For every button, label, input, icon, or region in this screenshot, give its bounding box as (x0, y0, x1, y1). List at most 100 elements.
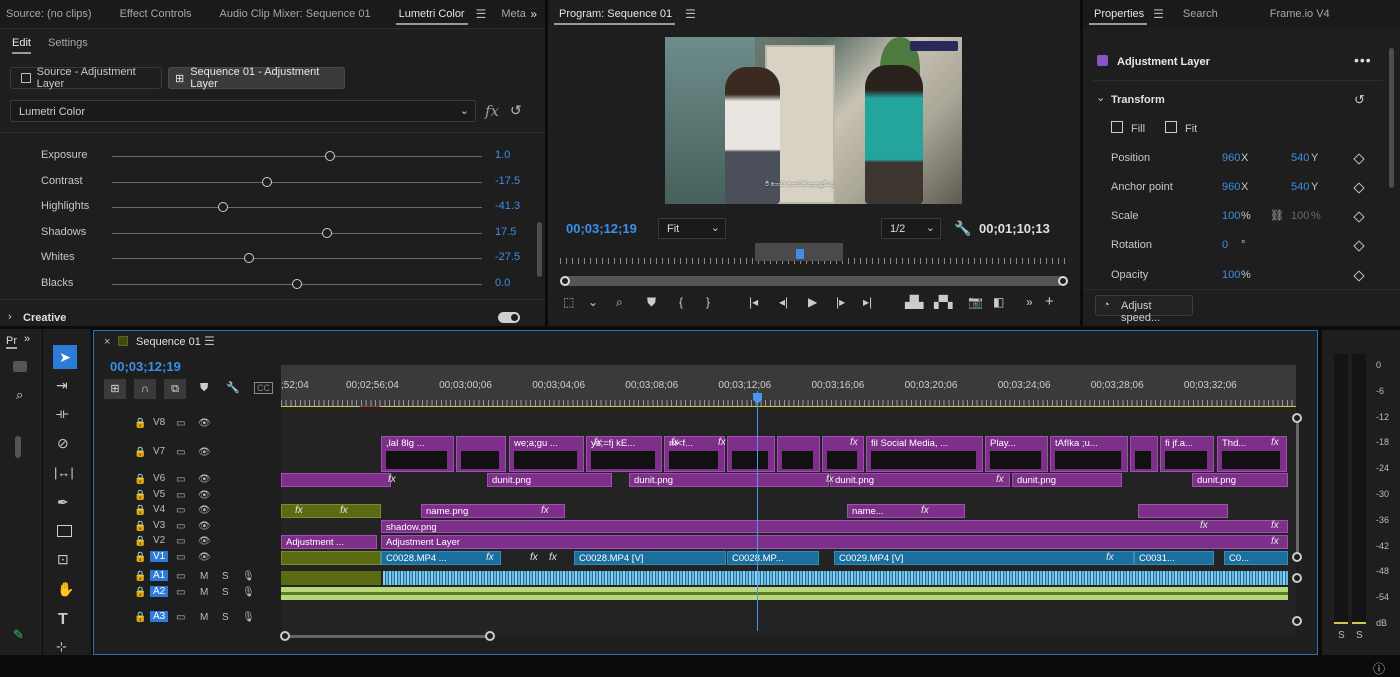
tab-search[interactable]: Search (1174, 0, 1227, 28)
lock-icon[interactable]: 🔒 (134, 418, 146, 429)
tab-audio-clip-mixer[interactable]: Audio Clip Mixer: Sequence 01 (211, 0, 380, 28)
prop-value-1[interactable]: 960 (1222, 152, 1240, 164)
slider-track[interactable] (112, 258, 482, 260)
v1-clip[interactable]: C0028.MP... (727, 551, 819, 565)
tab-project[interactable]: Pr (6, 335, 17, 349)
creative-toggle[interactable] (498, 312, 520, 323)
mute-button[interactable]: M (200, 571, 208, 582)
v1-clip[interactable]: C0028.MP4 [V] (574, 551, 726, 565)
v7-clip[interactable]: Play... (985, 436, 1048, 472)
lock-icon[interactable]: 🔒 (134, 447, 146, 458)
vertical-scroll-video[interactable] (1296, 419, 1299, 557)
sync-lock-icon[interactable]: ▭ (176, 505, 185, 516)
microphone-icon[interactable]: 🎙 (242, 587, 255, 598)
hand-tool-icon[interactable]: ✋ (57, 581, 74, 598)
eye-icon[interactable]: 👁 (198, 447, 211, 458)
v4-clip[interactable]: name... (847, 504, 965, 518)
select-zoom-icon[interactable]: ⬚ (563, 295, 574, 309)
playhead-line[interactable] (757, 391, 758, 631)
program-monitor-title[interactable]: Program: Sequence 01 (548, 0, 681, 28)
sync-lock-icon[interactable]: ▭ (176, 587, 185, 598)
info-icon[interactable]: ⓘ (1373, 660, 1385, 677)
captions-icon[interactable]: CC (254, 382, 273, 394)
timeline-zoom-bar[interactable] (284, 635, 490, 638)
selection-tool-icon[interactable]: ➤ (53, 345, 77, 369)
mark-out-icon[interactable]: } (706, 295, 710, 309)
v7-clip[interactable]: we;a;gu ... (509, 436, 584, 472)
v6-clip[interactable] (281, 473, 391, 487)
track-label[interactable]: V1 (150, 551, 169, 562)
v6-clip[interactable]: dunit.png (629, 473, 829, 487)
slider-value[interactable]: 0.0 (495, 277, 510, 289)
v4-clip[interactable] (1138, 504, 1228, 518)
scrollbar[interactable] (1389, 48, 1394, 188)
keyframe-icon[interactable] (1353, 211, 1365, 223)
track-select-tool-icon[interactable]: ⇥ (56, 377, 68, 394)
eye-icon[interactable]: 👁 (198, 490, 211, 501)
slider-knob[interactable] (292, 279, 302, 289)
v7-clip[interactable]: fi jf.a... (1160, 436, 1214, 472)
eye-icon[interactable]: 👁 (198, 505, 211, 516)
playhead-marker[interactable] (796, 249, 804, 259)
more-options-icon[interactable]: ••• (1354, 52, 1372, 68)
step-forward-icon[interactable]: |▸ (836, 295, 845, 309)
tab-properties[interactable]: Properties (1083, 0, 1153, 28)
sync-lock-icon[interactable]: ▭ (176, 447, 185, 458)
prop-value-2[interactable]: 100 (1291, 210, 1309, 222)
solo-button[interactable]: S (222, 612, 229, 623)
eye-icon[interactable]: 👁 (198, 418, 211, 429)
v7-clip[interactable] (456, 436, 506, 472)
v2-clip[interactable]: Adjustment Layer (381, 535, 1288, 549)
fill-label[interactable]: Fill (1131, 123, 1145, 135)
source-button[interactable]: Source - Adjustment Layer (10, 66, 162, 90)
lock-icon[interactable]: 🔒 (134, 587, 146, 598)
chevron-right-icon[interactable]: › (8, 311, 12, 323)
sync-lock-icon[interactable]: ▭ (176, 612, 185, 623)
fill-icon[interactable] (1111, 121, 1123, 133)
sync-lock-icon[interactable]: ▭ (176, 490, 185, 501)
fx-toggle-icon[interactable]: fx (485, 102, 499, 120)
slider-contrast[interactable]: Contrast -17.5 (0, 170, 540, 194)
play-icon[interactable]: ▶ (808, 295, 817, 309)
slider-exposure[interactable]: Exposure 1.0 (0, 144, 540, 168)
track-label[interactable]: V4 (150, 504, 168, 515)
slider-value[interactable]: -27.5 (495, 251, 520, 263)
subtab-settings[interactable]: Settings (48, 37, 88, 49)
track-label[interactable]: V5 (150, 489, 168, 500)
more-icon[interactable]: » (1026, 295, 1033, 309)
tab-lumetri-color[interactable]: Lumetri Color (390, 0, 474, 28)
wrench-icon[interactable]: 🔧 (226, 381, 240, 394)
folder-icon[interactable] (13, 361, 27, 372)
track-label[interactable]: A2 (150, 586, 169, 597)
sync-lock-icon[interactable]: ▭ (176, 536, 185, 547)
ripple-edit-tool-icon[interactable]: ⟛ (56, 405, 69, 422)
search-icon[interactable]: ⌕ (16, 387, 23, 403)
prop-value-1[interactable]: 0 (1222, 239, 1228, 251)
sync-lock-icon[interactable]: ▭ (176, 521, 185, 532)
slider-highlights[interactable]: Highlights -41.3 (0, 195, 540, 219)
keyframe-icon[interactable] (1353, 182, 1365, 194)
slider-blacks[interactable]: Blacks 0.0 (0, 272, 540, 296)
pen-tool-icon[interactable]: ✒ (57, 494, 69, 511)
rectangle-tool-icon[interactable] (57, 525, 72, 537)
lock-icon[interactable]: 🔒 (134, 571, 146, 582)
tab-metadata[interactable]: Metad (492, 0, 526, 28)
adjust-speed-button[interactable]: ◔ Adjust speed... (1095, 295, 1193, 324)
track-label[interactable]: V8 (150, 417, 168, 428)
transform-section-label[interactable]: Transform (1111, 94, 1165, 106)
solo-button[interactable]: S (222, 587, 229, 598)
prop-value-1[interactable]: 100 (1222, 269, 1240, 281)
crop-tool-icon[interactable]: ⊡ (57, 551, 69, 568)
v7-clip[interactable] (727, 436, 775, 472)
program-timecode[interactable]: 00;03;12;19 (566, 221, 637, 236)
v7-clip[interactable]: tAfIka ;u... (1050, 436, 1128, 472)
keyframe-icon[interactable] (1353, 153, 1365, 165)
v1-clip[interactable] (281, 551, 381, 565)
track-label[interactable]: A1 (150, 570, 169, 581)
link-icon[interactable]: ⛓ (1270, 209, 1284, 222)
subtab-edit[interactable]: Edit (12, 37, 31, 54)
tab-effect-controls[interactable]: Effect Controls (111, 0, 201, 28)
lock-icon[interactable]: 🔒 (134, 536, 146, 547)
slider-value[interactable]: 17.5 (495, 226, 516, 238)
lift-icon[interactable]: ▟▙ (905, 295, 923, 309)
